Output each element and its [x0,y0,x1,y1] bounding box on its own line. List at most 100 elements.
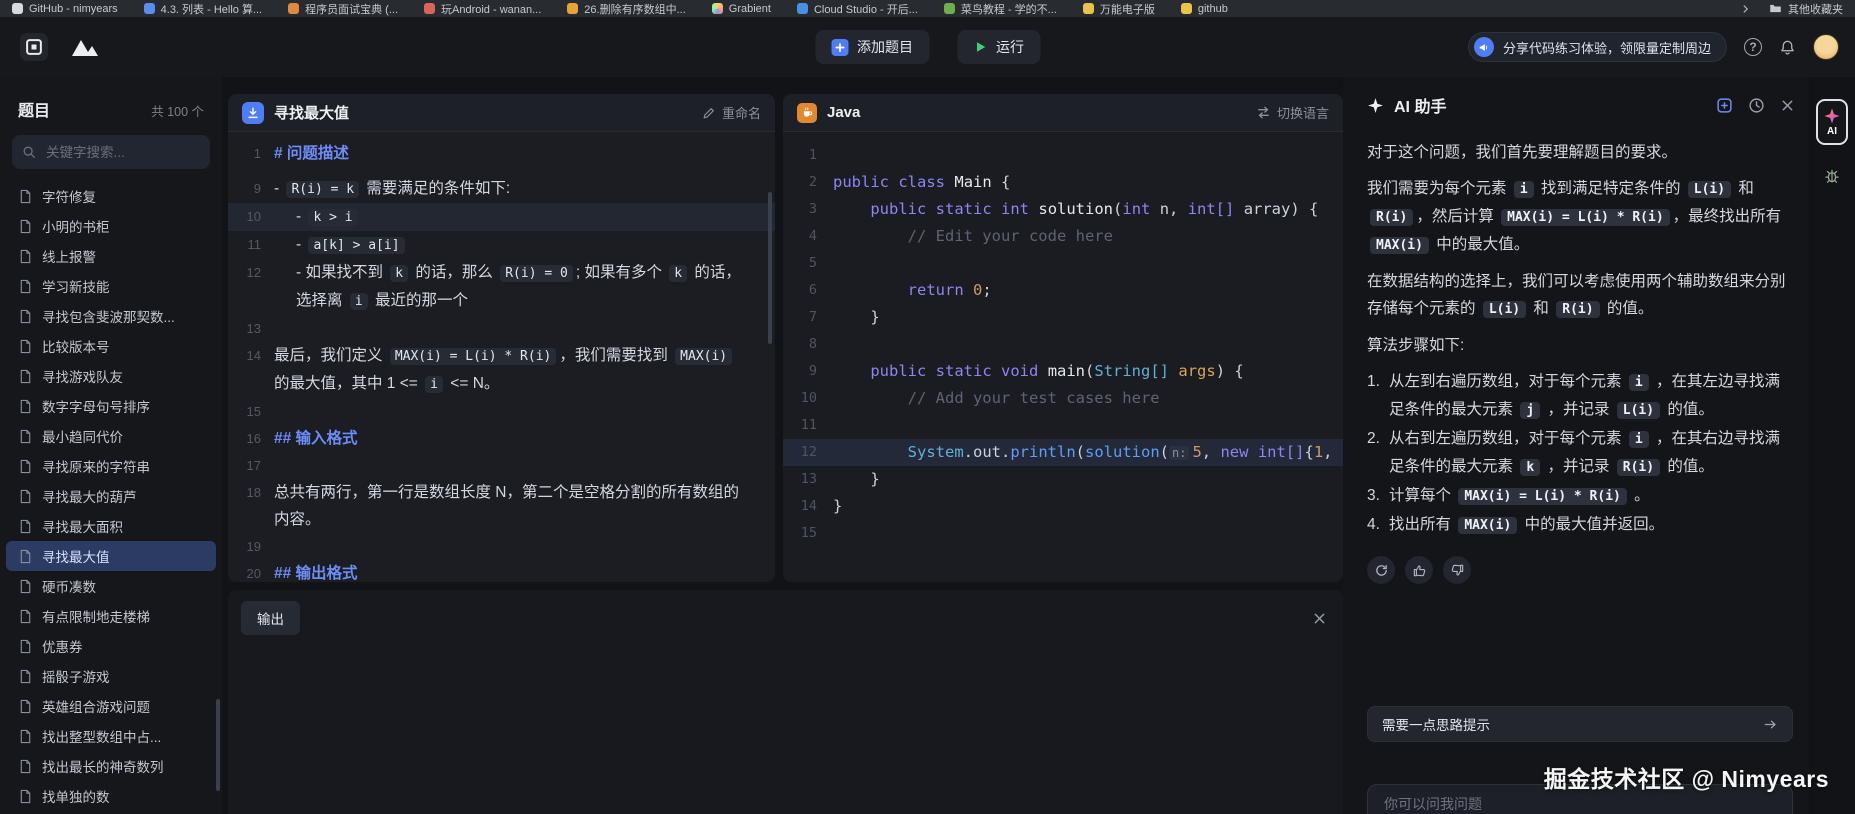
bookmark-item[interactable]: Cloud Studio - 开后... [797,1,918,17]
history-icon[interactable] [1748,97,1765,114]
code-token: 0 [973,281,982,299]
sidebar-item-problem[interactable]: 硬币凑数 [6,571,216,601]
code-token: 5 [1192,443,1201,461]
sidebar-item-problem[interactable]: 比较版本号 [6,331,216,361]
sidebar-item-problem[interactable]: 寻找原来的字符串 [6,451,216,481]
sidebar-item-problem[interactable]: 找出最长的神奇数列 [6,751,216,781]
hint-suggestion-pill[interactable]: 需要一点思路提示 [1367,706,1793,742]
bookmark-item[interactable]: 4.3. 列表 - Hello 算... [144,1,262,17]
sidebar-item-problem[interactable]: 最小趋同代价 [6,421,216,451]
bug-icon[interactable] [1823,167,1841,185]
promo-banner[interactable]: 分享代码练习体验，领限量定制周边 [1468,32,1727,62]
run-button[interactable]: 运行 [957,30,1040,64]
bookmark-item[interactable]: GitHub - nimyears [12,3,118,15]
code-text: } [833,493,1343,520]
inline-code: L(i) [1688,181,1731,198]
markdown-line: 9- R(i) = k 需要满足的条件如下: [228,175,775,203]
inline-code: MAX(i) [1458,517,1517,534]
document-icon [18,309,33,324]
search-input[interactable] [44,144,200,161]
markdown-text: 总共有两行，第一行是数组长度 N，第二个是空格分割的所有数组的内容。 [274,479,775,533]
inline-code: L(i) [1617,402,1660,419]
document-icon [18,729,33,744]
output-tab[interactable]: 输出 [241,601,300,635]
line-number: 10 [228,203,274,230]
sidebar-item-problem[interactable]: 找单独的数 [6,781,216,811]
bookmark-item[interactable]: 26.删除有序数组中... [567,1,685,17]
code-text: public static void main(String[] args) { [833,358,1343,385]
editor-body[interactable]: 12public class Main {3 public static int… [783,132,1343,582]
switch-language-button[interactable]: 切换语言 [1256,103,1329,122]
inline-code: i [1629,431,1649,448]
ai-close-icon[interactable] [1780,98,1795,113]
code-token: String[] [1094,362,1169,380]
ai-extension-badge[interactable]: AI [1816,99,1848,145]
problem-name: 摇骰子游戏 [42,666,110,686]
ai-input-box[interactable] [1367,784,1793,814]
bookmark-favicon [1181,3,1192,14]
run-label: 运行 [996,37,1024,57]
sidebar-item-problem[interactable]: 寻找游戏队友 [6,361,216,391]
code-token [926,362,935,380]
problem-scrollbar[interactable] [768,192,772,344]
hint-text: 需要一点思路提示 [1382,714,1490,734]
search-box[interactable] [12,135,210,169]
editor-panel: Java 切换语言 12public class Main {3 public … [783,94,1343,582]
sidebar-item-problem[interactable]: 数字字母句号排序 [6,391,216,421]
code-token: , [1323,443,1342,461]
regenerate-button[interactable] [1367,556,1395,584]
sidebar-item-problem[interactable]: 线上报警 [6,241,216,271]
app-header: 添加题目 运行 分享代码练习体验，领限量定制周边 ? [0,17,1855,77]
output-close-icon[interactable] [1312,611,1327,626]
add-problem-button[interactable]: 添加题目 [815,30,929,64]
brand-mountains-logo[interactable] [70,37,100,57]
sidebar-item-problem[interactable]: 字符修复 [6,181,216,211]
bookmark-item[interactable]: 玩Android - wanan... [424,1,541,17]
app-logo-icon[interactable] [20,33,48,61]
code-token: // Edit your code here [908,227,1113,245]
ai-header: AI 助手 [1367,93,1795,117]
thumbs-up-button[interactable] [1405,556,1433,584]
bookmark-item[interactable]: github [1181,3,1228,15]
sidebar-item-problem[interactable]: 寻找最大值 [6,541,216,571]
rename-button[interactable]: 重命名 [702,103,761,122]
java-icon [797,103,817,123]
line-number: 1 [783,142,833,169]
code-token [992,362,1001,380]
step-number: 1. [1367,368,1389,424]
document-icon [18,429,33,444]
thumbs-down-button[interactable] [1443,556,1471,584]
sidebar-item-problem[interactable]: 小明的书柜 [6,211,216,241]
folder-icon [1769,2,1782,15]
sidebar-item-problem[interactable]: 有点限制地走楼梯 [6,601,216,631]
inline-code: MAX(i) [675,348,732,365]
notifications-bell-icon[interactable] [1779,39,1796,56]
bookmark-label: 玩Android - wanan... [441,1,541,17]
code-token: static [936,200,992,218]
avatar[interactable] [1813,34,1839,60]
sidebar-item-problem[interactable]: 优惠券 [6,631,216,661]
sidebar-item-problem[interactable]: 英雄组合游戏问题 [6,691,216,721]
sidebar-item-problem[interactable]: 找出整型数组中占... [6,721,216,751]
sidebar-item-problem[interactable]: 寻找包含斐波那契数... [6,301,216,331]
ai-question-input[interactable] [1382,795,1778,813]
bookmark-item[interactable]: 万能电子版 [1083,1,1155,17]
sidebar-scrollbar[interactable] [216,699,220,791]
sidebar-item-problem[interactable]: 学习新技能 [6,271,216,301]
inline-code: MAX(i) = L(i) * R(i) [1501,209,1670,226]
document-icon [18,609,33,624]
bookmark-item[interactable]: Grabient [712,3,771,15]
new-conversation-icon[interactable] [1716,97,1733,114]
sidebar-item-problem[interactable]: 寻找最大的葫芦 [6,481,216,511]
bookmark-item[interactable]: 程序员面试宝典 (... [288,1,398,17]
bookmark-item[interactable]: 菜鸟教程 - 学的不... [944,1,1057,17]
problem-body[interactable]: 1# 问题描述9- R(i) = k 需要满足的条件如下:10- k > i11… [228,132,775,582]
markdown-text: - k > i [274,203,775,231]
inline-code: R(i) = k [286,181,359,198]
bookmarks-overflow-chevron-icon[interactable] [1741,4,1751,14]
sidebar-item-problem[interactable]: 摇骰子游戏 [6,661,216,691]
other-bookmarks[interactable]: 其他收藏夹 [1769,1,1843,17]
inline-code: k > i [308,209,357,226]
sidebar-item-problem[interactable]: 寻找最大面积 [6,511,216,541]
help-icon[interactable]: ? [1744,38,1762,56]
